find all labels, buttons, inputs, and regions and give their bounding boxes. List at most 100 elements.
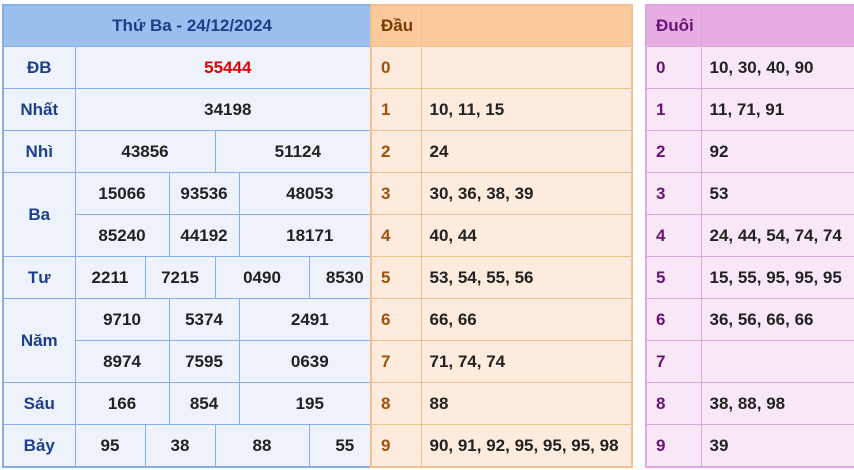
prize-row-db: ĐB 55444 [2,46,382,89]
tail-numbers: 36, 56, 66, 66 [700,298,854,341]
head-table-header-blank [420,4,633,47]
head-numbers [420,46,633,89]
prize-value: 7595 [168,340,240,383]
prize-label-db: ĐB [2,46,76,89]
head-row: 5 53, 54, 55, 56 [370,256,633,299]
prize-value: 7215 [144,256,216,299]
tail-numbers: 24, 44, 54, 74, 74 [700,214,854,257]
tail-digit: 8 [645,382,702,425]
prize-value: 51124 [214,130,382,173]
prize-row-sau: Sáu 166 854 195 [2,382,382,425]
prize-row-nam: Năm 9710 5374 2491 [2,298,382,383]
head-digit: 8 [370,382,422,425]
head-numbers: 71, 74, 74 [420,340,633,383]
prize-label-bay: Bảy [2,424,76,468]
prize-value: 0490 [214,256,310,299]
tail-row: 9 39 [645,424,854,468]
head-digit: 0 [370,46,422,89]
tail-row: 6 36, 56, 66, 66 [645,298,854,341]
prize-value: 95 [74,424,146,468]
prize-value: 38 [144,424,216,468]
tail-digit: 4 [645,214,702,257]
prize-value: 8974 [74,340,170,383]
head-digit: 2 [370,130,422,173]
prize-value: 195 [238,382,382,425]
head-numbers: 10, 11, 15 [420,88,633,131]
head-digit: 9 [370,424,422,468]
prize-value: 854 [168,382,240,425]
tail-numbers: 39 [700,424,854,468]
head-digit: 3 [370,172,422,215]
head-row: 7 71, 74, 74 [370,340,633,383]
tail-row: 1 11, 71, 91 [645,88,854,131]
head-digit: 1 [370,88,422,131]
prize-value: 0639 [238,340,382,383]
head-digit: 5 [370,256,422,299]
tail-digit: 2 [645,130,702,173]
head-row: 0 [370,46,633,89]
prize-value: 18171 [238,214,382,257]
prize-value: 2211 [74,256,146,299]
prize-value: 44192 [168,214,240,257]
prize-label-sau: Sáu [2,382,76,425]
head-row: 8 88 [370,382,633,425]
prize-row-nhat: Nhất 34198 [2,88,382,131]
tail-digit: 5 [645,256,702,299]
tail-digit: 6 [645,298,702,341]
head-numbers: 24 [420,130,633,173]
prize-value: 85240 [74,214,170,257]
prize-value: 166 [74,382,170,425]
prize-row-bay: Bảy 95 38 88 55 [2,424,382,468]
tail-table-body: 0 10, 30, 40, 90 1 11, 71, 91 2 92 3 53 4 24, 44,… [645,46,854,468]
prize-value: 2491 [238,298,382,341]
prize-label-nhat: Nhất [2,88,76,131]
head-numbers: 40, 44 [420,214,633,257]
tail-table-header-blank [700,4,854,47]
head-row: 1 10, 11, 15 [370,88,633,131]
head-row: 2 24 [370,130,633,173]
prize-label-ba: Ba [2,172,76,257]
prize-value: 43856 [74,130,216,173]
prize-label-nam: Năm [2,298,76,383]
head-table-body: 0 1 10, 11, 15 2 24 3 30, 36, 38, 39 4 40, 44 5 53… [370,46,633,468]
tail-row: 8 38, 88, 98 [645,382,854,425]
tail-row: 0 10, 30, 40, 90 [645,46,854,89]
prize-value: 34198 [74,88,382,131]
prize-label-tu: Tư [2,256,76,299]
head-digit: 7 [370,340,422,383]
head-digit: 6 [370,298,422,341]
tail-digit: 1 [645,88,702,131]
prize-row-nhi: Nhì 43856 51124 [2,130,382,173]
special-prize-value: 55444 [74,46,382,89]
head-table-title: Đầu [370,4,422,47]
results-title: Thứ Ba - 24/12/2024 [2,4,382,47]
prize-value: 93536 [168,172,240,215]
head-numbers: 88 [420,382,633,425]
tail-digit: 9 [645,424,702,468]
prize-value: 48053 [238,172,382,215]
head-digit: 4 [370,214,422,257]
tail-numbers [700,340,854,383]
prize-value: 5374 [168,298,240,341]
tail-digit: 3 [645,172,702,215]
head-row: 6 66, 66 [370,298,633,341]
prize-row-ba: Ba 15066 93536 48053 [2,172,382,257]
lottery-results-table: Thứ Ba - 24/12/2024 ĐB 55444 Nhất 34198 … [2,4,383,468]
head-numbers: 53, 54, 55, 56 [420,256,633,299]
head-numbers: 30, 36, 38, 39 [420,172,633,215]
tail-digits-table: Đuôi 0 10, 30, 40, 90 1 11, 71, 91 2 92 3 53 4 24… [645,4,854,468]
prize-row-tu: Tư 2211 7215 0490 8530 [2,256,382,299]
tail-numbers: 11, 71, 91 [700,88,854,131]
tail-table-title: Đuôi [645,4,702,47]
tail-numbers: 10, 30, 40, 90 [700,46,854,89]
tail-row: 7 [645,340,854,383]
tail-numbers: 38, 88, 98 [700,382,854,425]
prize-value: 9710 [74,298,170,341]
prize-value: 88 [214,424,310,468]
head-row: 9 90, 91, 92, 95, 95, 95, 98 [370,424,633,468]
prize-label-nhi: Nhì [2,130,76,173]
tail-digit: 7 [645,340,702,383]
tail-numbers: 92 [700,130,854,173]
head-row: 3 30, 36, 38, 39 [370,172,633,215]
prize-value: 15066 [74,172,170,215]
